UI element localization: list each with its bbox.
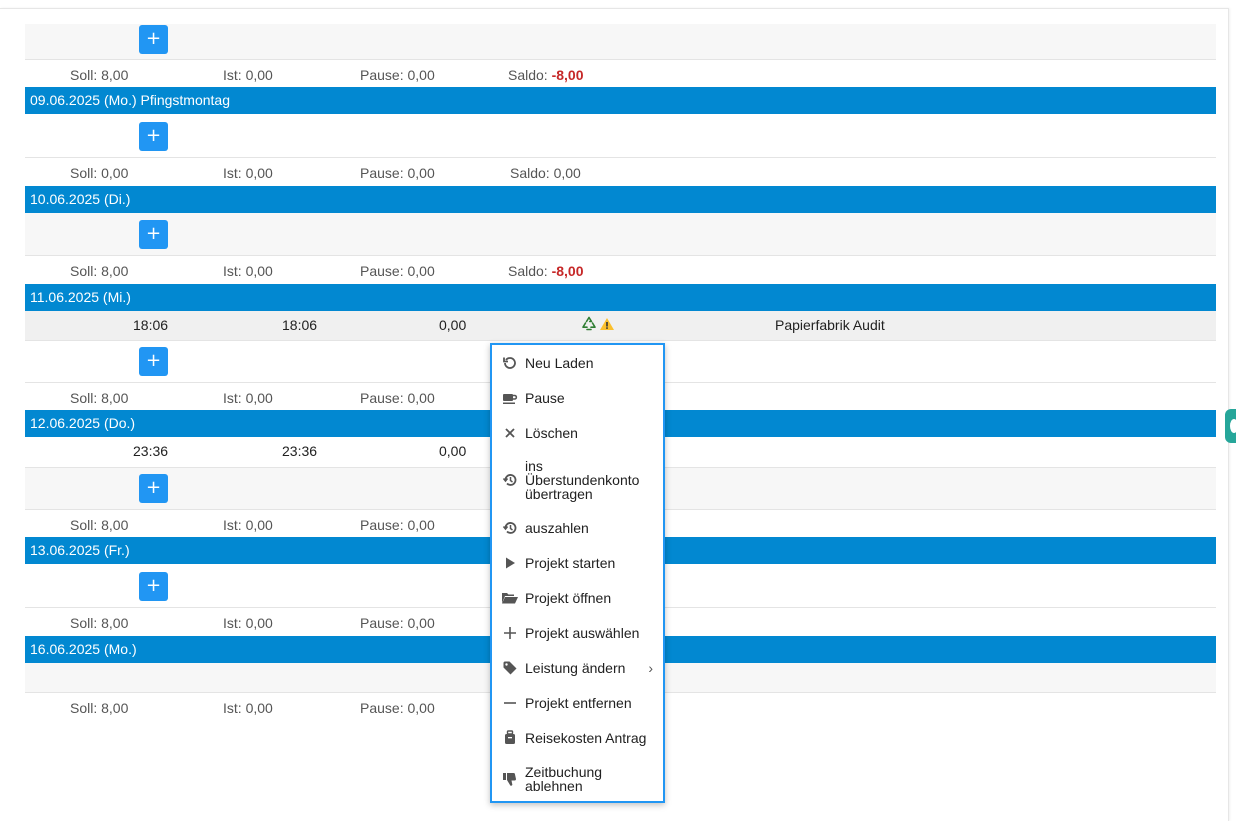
add-entry-button[interactable]: + — [139, 572, 168, 601]
summary-row: Soll: 8,00 Ist: 0,00 Pause: 0,00 Saldo: … — [25, 60, 1216, 87]
ist-value: Ist: 0,00 — [223, 263, 273, 279]
history-icon — [500, 518, 520, 538]
history-icon — [500, 470, 520, 490]
soll-value: Soll: 8,00 — [70, 390, 129, 406]
minus-icon — [500, 693, 520, 713]
menu-item-pause[interactable]: Pause — [492, 380, 663, 415]
plus-icon — [500, 623, 520, 643]
saldo-value: Saldo: 0,00 — [510, 165, 581, 181]
entry-duration: 0,00 — [439, 317, 467, 333]
menu-item-projekt-oeffnen[interactable]: Projekt öffnen — [492, 580, 663, 615]
context-menu: Neu Laden Pause Löschen ins Überstundenk… — [490, 343, 665, 803]
menu-item-projekt-auswaehlen[interactable]: Projekt auswählen — [492, 615, 663, 650]
menu-item-ueberstundenkonto[interactable]: ins Überstundenkonto übertragen — [492, 450, 663, 510]
soll-value: Soll: 8,00 — [70, 615, 129, 631]
time-entry-row[interactable]: 18:06 18:06 0,00 Papierfabrik Audit — [25, 311, 1216, 341]
soll-value: Soll: 8,00 — [70, 700, 129, 716]
refresh-icon — [500, 353, 520, 373]
menu-item-zeitbuchung-ablehnen[interactable]: Zeitbuchung ablehnen — [492, 755, 663, 803]
pause-value: Pause: 0,00 — [360, 67, 435, 83]
summary-row: Soll: 8,00 Ist: 0,00 Pause: 0,00 Saldo: … — [25, 256, 1216, 284]
menu-item-leistung-aendern[interactable]: Leistung ändern › — [492, 650, 663, 685]
play-icon — [500, 553, 520, 573]
menu-item-loeschen[interactable]: Löschen — [492, 415, 663, 450]
chevron-right-icon: › — [648, 659, 653, 676]
ist-value: Ist: 0,00 — [223, 67, 273, 83]
pause-value: Pause: 0,00 — [360, 390, 435, 406]
entry-end: 23:36 — [282, 443, 318, 459]
add-entry-button[interactable]: + — [139, 122, 168, 151]
menu-item-projekt-starten[interactable]: Projekt starten — [492, 545, 663, 580]
menu-item-projekt-entfernen[interactable]: Projekt entfernen — [492, 685, 663, 720]
soll-value: Soll: 8,00 — [70, 263, 129, 279]
entry-duration: 0,00 — [439, 443, 467, 459]
ist-value: Ist: 0,00 — [223, 390, 273, 406]
ist-value: Ist: 0,00 — [223, 165, 273, 181]
soll-value: Soll: 0,00 — [70, 165, 129, 181]
recycle-icon — [581, 316, 597, 335]
menu-item-auszahlen[interactable]: auszahlen — [492, 510, 663, 545]
add-entry-button[interactable]: + — [139, 25, 168, 54]
add-entry-row: + — [25, 24, 1216, 60]
saldo-value: Saldo: -8,00 — [508, 263, 584, 279]
folder-open-icon — [500, 588, 520, 608]
entry-end: 18:06 — [282, 317, 318, 333]
add-entry-button[interactable]: + — [139, 474, 168, 503]
entry-project: Papierfabrik Audit — [775, 317, 885, 333]
saldo-value: Saldo: -8,00 — [508, 67, 584, 83]
pause-value: Pause: 0,00 — [360, 700, 435, 716]
ist-value: Ist: 0,00 — [223, 700, 273, 716]
pause-value: Pause: 0,00 — [360, 165, 435, 181]
add-entry-button[interactable]: + — [139, 220, 168, 249]
pause-value: Pause: 0,00 — [360, 615, 435, 631]
day-header[interactable]: 09.06.2025 (Mo.) Pfingstmontag — [25, 87, 1216, 114]
soll-value: Soll: 8,00 — [70, 67, 129, 83]
briefcase-icon — [500, 728, 520, 748]
add-entry-row: + — [25, 213, 1216, 256]
soll-value: Soll: 8,00 — [70, 517, 129, 533]
add-entry-button[interactable]: + — [139, 347, 168, 376]
thumbs-down-icon — [500, 769, 520, 789]
menu-item-neu-laden[interactable]: Neu Laden — [492, 345, 663, 380]
ist-value: Ist: 0,00 — [223, 517, 273, 533]
summary-row: Soll: 0,00 Ist: 0,00 Pause: 0,00 Saldo: … — [25, 158, 1216, 186]
side-panel-tab[interactable] — [1225, 409, 1236, 443]
entry-start: 18:06 — [133, 317, 169, 333]
entry-start: 23:36 — [133, 443, 169, 459]
warning-icon — [599, 316, 615, 335]
close-icon — [500, 423, 520, 443]
coffee-icon — [500, 388, 520, 408]
ist-value: Ist: 0,00 — [223, 615, 273, 631]
day-header[interactable]: 10.06.2025 (Di.) — [25, 186, 1216, 213]
pause-value: Pause: 0,00 — [360, 517, 435, 533]
tag-icon — [500, 658, 520, 678]
day-header[interactable]: 11.06.2025 (Mi.) — [25, 284, 1216, 311]
add-entry-row: + — [25, 114, 1216, 158]
pause-value: Pause: 0,00 — [360, 263, 435, 279]
menu-item-reisekosten-antrag[interactable]: Reisekosten Antrag — [492, 720, 663, 755]
